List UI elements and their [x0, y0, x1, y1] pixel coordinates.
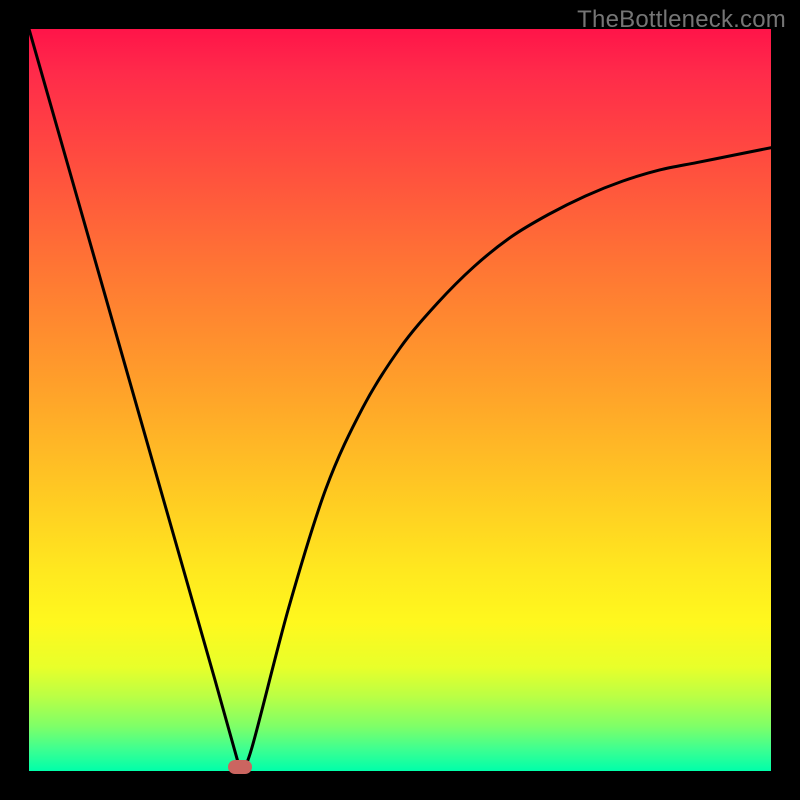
bottleneck-curve	[29, 29, 771, 771]
plot-area	[29, 29, 771, 771]
watermark-text: TheBottleneck.com	[577, 6, 786, 34]
chart-container: TheBottleneck.com	[0, 0, 800, 800]
optimal-point-marker	[228, 760, 252, 774]
